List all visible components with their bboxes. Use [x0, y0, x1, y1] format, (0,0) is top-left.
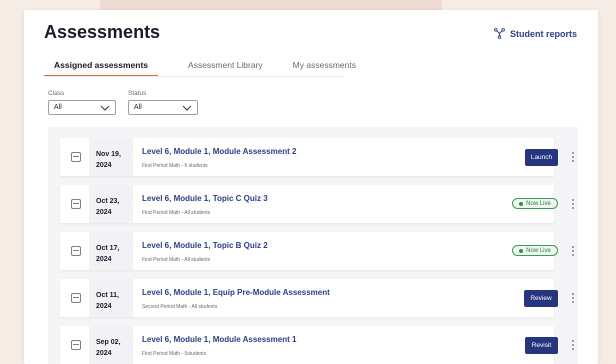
date-cell: Oct 23, 2024	[89, 185, 133, 223]
date-day: Nov 19,	[96, 151, 121, 158]
status-badge: Now Live	[512, 245, 558, 256]
calendar-icon	[71, 340, 81, 350]
date-day: Oct 11,	[96, 292, 119, 299]
status-badge-label: Now Live	[526, 200, 551, 207]
class-select-value: All	[54, 104, 62, 111]
list-item: Oct 23, 2024 Level 6, Module 1, Topic C …	[60, 185, 574, 223]
date-year: 2024	[96, 256, 112, 263]
background-band	[100, 0, 442, 10]
date-cell: Oct 17, 2024	[89, 232, 133, 270]
chevron-down-icon	[182, 105, 192, 111]
more-options-icon[interactable]	[570, 291, 576, 305]
date-year: 2024	[96, 303, 112, 310]
status-filter: Status All	[128, 90, 198, 115]
assessment-subtitle: First Period Math - All students	[142, 210, 211, 216]
tabs-divider	[44, 76, 344, 77]
date-cell: Sep 02, 2024	[89, 326, 133, 364]
class-select[interactable]: All	[48, 100, 116, 115]
review-button[interactable]: Review	[524, 290, 558, 307]
date-day: Sep 02,	[96, 339, 121, 346]
calendar-icon	[71, 199, 81, 209]
assessment-subtitle: First Period Math - 6 students	[142, 163, 208, 169]
assessments-panel: Assessments Student reports Assigned ass…	[24, 10, 598, 364]
tab-assessment-library[interactable]: Assessment Library	[178, 60, 263, 77]
more-options-icon[interactable]	[570, 197, 576, 211]
assessment-title[interactable]: Level 6, Module 1, Topic B Quiz 2	[142, 241, 268, 250]
launch-button[interactable]: Launch	[525, 149, 558, 166]
date-day: Oct 23,	[96, 198, 120, 205]
date-year: 2024	[96, 350, 112, 357]
assessment-list: Nov 19, 2024 Level 6, Module 1, Module A…	[48, 127, 578, 364]
assessment-subtitle: First Period Math - All students	[142, 257, 211, 263]
student-reports-label: Student reports	[509, 28, 577, 39]
calendar-icon	[71, 246, 81, 256]
network-icon	[494, 28, 505, 39]
status-filter-label: Status	[128, 90, 147, 97]
class-filter-label: Class	[48, 90, 65, 97]
list-item: Nov 19, 2024 Level 6, Module 1, Module A…	[60, 138, 574, 176]
calendar-icon	[71, 152, 81, 162]
list-item: Oct 11, 2024 Level 6, Module 1, Equip Pr…	[60, 279, 574, 317]
assessment-tabs: Assigned assessments Assessment Library …	[44, 60, 356, 77]
more-options-icon[interactable]	[570, 338, 576, 352]
list-item: Oct 17, 2024 Level 6, Module 1, Topic B …	[60, 232, 574, 270]
list-item: Sep 02, 2024 Level 6, Module 1, Module A…	[60, 326, 574, 364]
page-title: Assessments	[44, 22, 161, 42]
revisit-button[interactable]: Revisit	[525, 337, 558, 354]
class-filter: Class All	[48, 90, 116, 115]
date-day: Oct 17,	[96, 245, 120, 252]
more-options-icon[interactable]	[570, 150, 576, 164]
more-options-icon[interactable]	[570, 244, 576, 258]
date-cell: Oct 11, 2024	[89, 279, 133, 317]
date-year: 2024	[96, 209, 112, 216]
calendar-icon	[71, 293, 81, 303]
tab-assigned-assessments[interactable]: Assigned assessments	[44, 60, 159, 77]
tab-my-assessments[interactable]: My assessments	[283, 60, 356, 77]
chevron-down-icon	[100, 105, 110, 111]
date-year: 2024	[96, 162, 112, 169]
assessment-subtitle: First Period Math - 5students	[142, 351, 207, 357]
assessment-title[interactable]: Level 6, Module 1, Module Assessment 2	[142, 147, 296, 156]
status-select-value: All	[134, 104, 142, 111]
live-dot-icon	[519, 201, 524, 206]
assessment-title[interactable]: Level 6, Module 1, Equip Pre-Module Asse…	[142, 288, 330, 297]
status-badge: Now Live	[512, 198, 558, 209]
live-dot-icon	[519, 248, 524, 253]
assessment-subtitle: Second Period Math - All students	[142, 304, 218, 310]
date-cell: Nov 19, 2024	[89, 138, 133, 176]
assessment-title[interactable]: Level 6, Module 1, Topic C Quiz 3	[142, 194, 268, 203]
student-reports-link[interactable]: Student reports	[494, 28, 577, 39]
status-select[interactable]: All	[128, 100, 198, 115]
status-badge-label: Now Live	[526, 247, 551, 254]
assessment-title[interactable]: Level 6, Module 1, Module Assessment 1	[142, 335, 296, 344]
